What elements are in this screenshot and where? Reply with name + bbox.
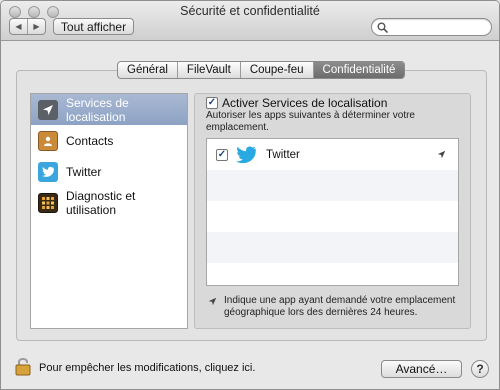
sidebar-item-label: Contacts	[66, 133, 114, 148]
sidebar-item-diagnostics[interactable]: Diagnostic et utilisation	[31, 187, 187, 218]
recent-location-legend: Indique une app ayant demandé votre empl…	[206, 295, 461, 319]
empty-list-row	[207, 232, 458, 263]
tab-privacy[interactable]: Confidentialité	[313, 62, 405, 78]
list-item[interactable]: ✓ Twitter	[207, 139, 458, 170]
twitter-bird-icon	[38, 161, 58, 182]
back-button[interactable]: ◀	[10, 19, 27, 34]
show-all-button[interactable]: Tout afficher	[53, 18, 134, 35]
empty-list-row	[207, 201, 458, 232]
chevron-left-icon: ◀	[15, 22, 22, 31]
privacy-sidebar: Services de localisation Contacts Twitte…	[30, 93, 188, 329]
empty-list-row	[207, 170, 458, 201]
twitter-bird-icon	[236, 145, 256, 163]
tab-filevault[interactable]: FileVault	[178, 62, 241, 78]
advanced-button[interactable]: Avancé…	[381, 360, 462, 378]
diagnostics-grid-icon	[38, 192, 58, 213]
search-field[interactable]	[371, 18, 492, 36]
sidebar-item-contacts[interactable]: Contacts	[31, 125, 187, 156]
sidebar-item-label: Diagnostic et utilisation	[66, 188, 136, 217]
window-title: Sécurité et confidentialité	[180, 4, 320, 18]
lock-icon[interactable]	[15, 356, 31, 376]
enable-location-services-checkbox[interactable]: ✓	[206, 97, 218, 109]
forward-button[interactable]: ▶	[27, 19, 45, 34]
preferences-window: Sécurité et confidentialité ◀ ▶ Tout aff…	[0, 0, 500, 390]
sidebar-item-location-services[interactable]: Services de localisation	[31, 94, 187, 125]
tab-bar: Général FileVault Coupe-feu Confidential…	[117, 61, 406, 79]
app-list: ✓ Twitter	[206, 138, 459, 286]
search-input[interactable]	[390, 20, 486, 34]
search-icon	[377, 22, 388, 33]
chevron-right-icon: ▶	[33, 22, 40, 31]
location-description: Autoriser les apps suivantes à détermine…	[206, 110, 415, 133]
title-bar: Sécurité et confidentialité ◀ ▶ Tout aff…	[1, 1, 499, 41]
lock-message: Pour empêcher les modifications, cliquez…	[39, 362, 256, 374]
legend-text: Indique une app ayant demandé votre empl…	[224, 295, 456, 318]
app-enabled-checkbox[interactable]: ✓	[216, 148, 228, 161]
location-arrow-icon	[437, 150, 446, 159]
sidebar-item-label: Services de localisation	[66, 95, 129, 124]
app-name: Twitter	[266, 148, 300, 161]
back-forward-control: ◀ ▶	[9, 18, 46, 35]
sidebar-item-label: Twitter	[66, 164, 102, 179]
sidebar-item-twitter[interactable]: Twitter	[31, 156, 187, 187]
tab-general[interactable]: Général	[118, 62, 178, 78]
location-arrow-icon	[208, 297, 217, 306]
enable-location-services-row: ✓ Activer Services de localisation	[206, 96, 387, 110]
empty-list-row	[207, 263, 458, 285]
enable-location-services-label: Activer Services de localisation	[222, 96, 388, 110]
help-button[interactable]: ?	[471, 360, 489, 378]
location-arrow-icon	[38, 99, 58, 120]
tab-firewall[interactable]: Coupe-feu	[241, 62, 314, 78]
contacts-book-icon	[38, 130, 58, 151]
